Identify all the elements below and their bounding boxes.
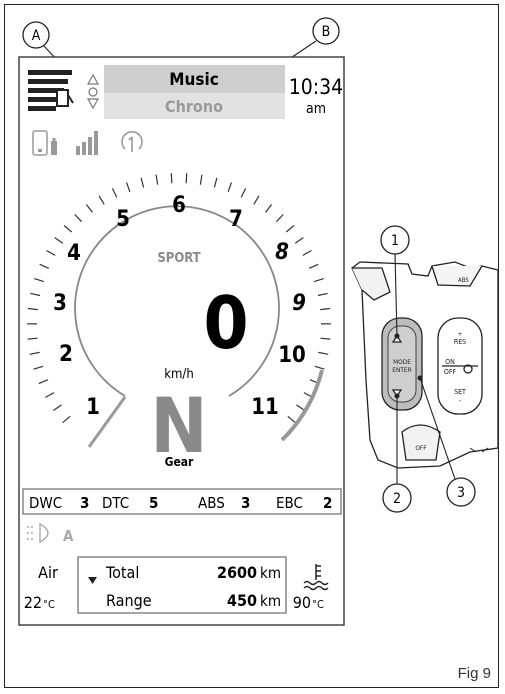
callout-a-label: A	[32, 28, 41, 44]
rpm-number-11: 11	[251, 395, 279, 420]
rpm-number-9: 9	[292, 291, 306, 316]
air-unit: °C	[43, 598, 55, 611]
svg-text:+: +	[458, 331, 463, 338]
menu-active-label: Music	[169, 70, 219, 90]
handlebar-switch: ABS MODE ENTER + RES ON OFF SET - OFF	[351, 261, 499, 469]
callout-3-label: 3	[457, 485, 465, 501]
coolant-value: 90	[293, 593, 311, 612]
svg-text:-: -	[459, 397, 461, 405]
rpm-number-10: 10	[278, 343, 306, 368]
callout-1-label: 1	[391, 233, 399, 249]
speed-value: 0	[203, 281, 248, 365]
speed-unit: km/h	[164, 367, 194, 382]
air-label: Air	[38, 563, 58, 582]
switch-mode-label: MODE	[393, 358, 411, 366]
trip-row2-value: 450	[227, 591, 257, 610]
figure-label: Fig 9	[457, 665, 491, 682]
coolant-unit: °C	[312, 598, 324, 611]
assist-abs-value: 3	[241, 494, 250, 512]
callout-b-label: B	[322, 24, 331, 40]
rpm-number-1: 1	[86, 395, 100, 420]
assist-dwc-value: 3	[80, 494, 89, 512]
rpm-number-8: 8	[275, 240, 289, 265]
assist-ebc-name: EBC	[276, 494, 303, 512]
air-value: 22	[24, 593, 42, 612]
menu-inactive-label: Chrono	[165, 97, 223, 116]
assist-abs-name: ABS	[198, 494, 225, 512]
riding-mode: SPORT	[157, 251, 200, 266]
assist-ebc-value: 2	[323, 494, 332, 512]
switch-off2-label: OFF	[415, 444, 427, 452]
clock-ampm: am	[306, 101, 326, 117]
callout-2-label: 2	[393, 491, 401, 507]
dashboard-figure: A B Music Chrono 10:34 am 1 2 3 4 5 6 7 …	[18, 17, 499, 626]
gear-label: Gear	[165, 455, 194, 469]
assist-dtc-value: 5	[149, 494, 158, 512]
switch-off-label: OFF	[444, 368, 457, 376]
rpm-number-6: 6	[172, 193, 186, 218]
headlight-mode: A	[63, 527, 74, 545]
rpm-tick	[170, 173, 173, 184]
rpm-number-4: 4	[67, 241, 81, 266]
rpm-number-3: 3	[53, 291, 67, 316]
trip-row1-value: 2600	[217, 563, 257, 582]
trip-row2-label: Range	[106, 591, 152, 610]
rpm-tick	[185, 173, 188, 184]
clock-time: 10:34	[289, 75, 343, 99]
rpm-number-5: 5	[116, 207, 130, 232]
switch-set-label: SET	[454, 388, 466, 396]
rpm-number-7: 7	[229, 207, 243, 232]
switch-abs-label: ABS	[458, 277, 469, 284]
trip-row1-label: Total	[105, 563, 139, 582]
rpm-number-2: 2	[59, 342, 73, 367]
assist-dwc-name: DWC	[29, 494, 62, 512]
switch-on-label: ON	[445, 358, 455, 366]
switch-res-label: RES	[454, 338, 466, 346]
assist-dtc-name: DTC	[102, 494, 129, 512]
switch-enter-label: ENTER	[392, 366, 411, 374]
trip-row2-unit: km	[260, 592, 281, 610]
trip-row1-unit: km	[260, 564, 281, 582]
